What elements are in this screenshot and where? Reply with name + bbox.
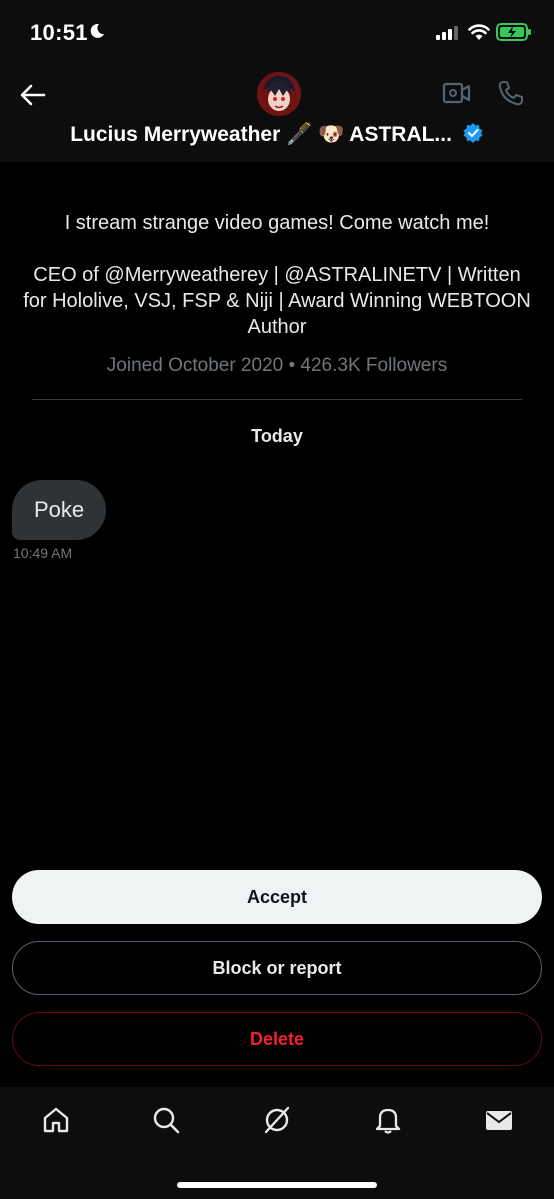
divider	[32, 399, 522, 400]
block-or-report-button[interactable]: Block or report	[12, 941, 542, 995]
delete-button[interactable]: Delete	[12, 1012, 542, 1066]
wifi-icon	[468, 24, 490, 40]
status-bar: 10:51	[0, 0, 554, 66]
search-icon[interactable]	[151, 1105, 181, 1135]
mail-icon[interactable]	[484, 1105, 514, 1135]
profile-meta: Joined October 2020 • 426.3K Followers	[106, 355, 448, 376]
accept-button[interactable]: Accept	[12, 870, 542, 924]
back-arrow-icon[interactable]	[18, 80, 48, 110]
avatar-image	[257, 72, 301, 116]
contact-name: Lucius Merryweather 🖋️ 🐶 ASTRAL...	[70, 123, 452, 146]
home-icon[interactable]	[41, 1105, 71, 1135]
status-time: 10:51	[30, 20, 88, 45]
message-bubble[interactable]: Poke	[12, 480, 107, 540]
contact-name-row[interactable]: Lucius Merryweather 🖋️ 🐶 ASTRAL...	[0, 122, 554, 147]
bio-line-2: CEO of @Merryweatherey | @ASTRALINETV | …	[23, 264, 531, 338]
moon-icon	[90, 23, 104, 38]
bio-line-1: I stream strange video games! Come watch…	[64, 212, 490, 234]
verified-badge-icon	[463, 123, 483, 143]
phone-icon[interactable]	[497, 79, 525, 107]
home-indicator	[177, 1182, 377, 1188]
message-timestamp: 10:49 AM	[13, 545, 73, 561]
avatar[interactable]	[257, 72, 301, 116]
video-camera-icon[interactable]	[442, 80, 472, 106]
battery-icon	[496, 23, 531, 41]
bell-icon[interactable]	[373, 1105, 403, 1135]
profile-bio: I stream strange video games! Come watch…	[20, 210, 534, 340]
grok-icon[interactable]	[262, 1105, 292, 1135]
conversation-header: Lucius Merryweather 🖋️ 🐶 ASTRAL...	[0, 66, 554, 162]
day-separator: Today	[251, 426, 303, 446]
cellular-signal-icon	[436, 26, 458, 40]
